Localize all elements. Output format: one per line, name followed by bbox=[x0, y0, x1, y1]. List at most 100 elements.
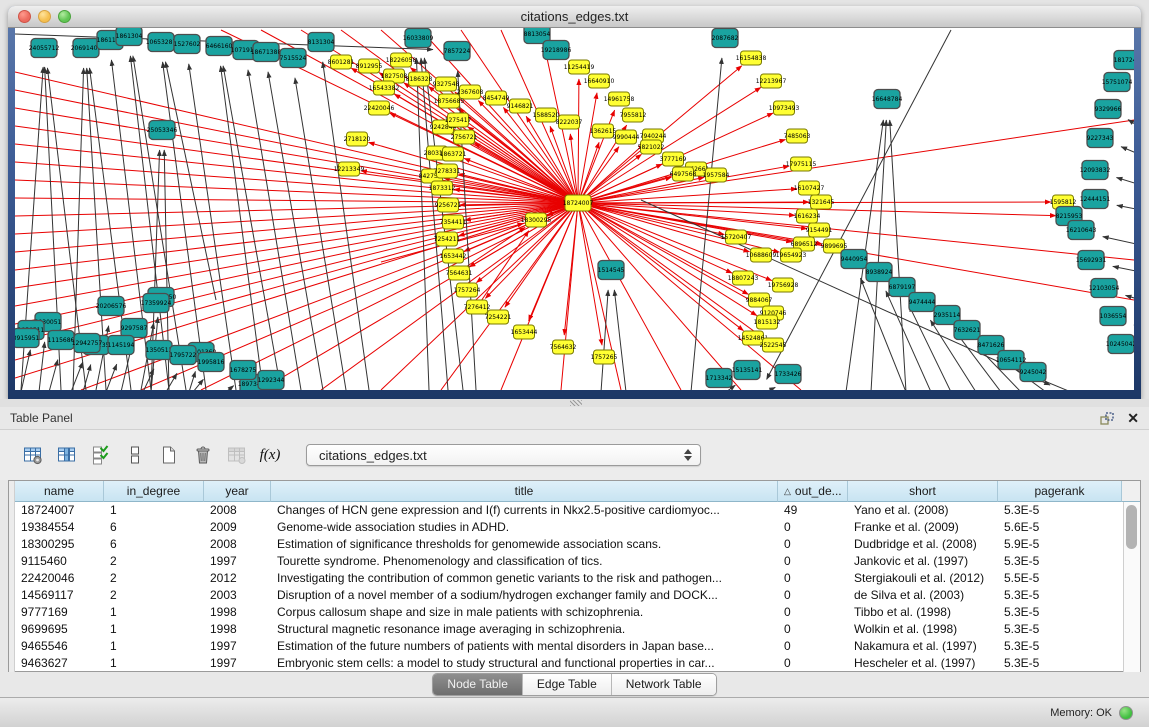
table-cell: Disruption of a novel member of a sodium… bbox=[271, 587, 778, 604]
table-row[interactable]: 946554611997Estimation of the future num… bbox=[15, 638, 1123, 655]
window-title: citations_edges.txt bbox=[8, 9, 1141, 24]
graph-node-label: 6466160 bbox=[206, 43, 233, 50]
table-row[interactable]: 1872400712008Changes of HCN gene express… bbox=[15, 502, 1123, 519]
graph-node-label: 18807243 bbox=[728, 275, 759, 282]
graph-node-label: 18756685 bbox=[434, 98, 465, 105]
table-row[interactable]: 2242004622012Investigating the contribut… bbox=[15, 570, 1123, 587]
table-cell: 1998 bbox=[204, 621, 271, 638]
graph-node-label: 18300295 bbox=[521, 217, 552, 224]
graph-node-label: 8601281 bbox=[328, 59, 355, 66]
graph-node-label: 15692931 bbox=[1076, 257, 1107, 264]
graph-node-label: 9327548 bbox=[433, 81, 460, 88]
table-settings-icon[interactable] bbox=[18, 442, 46, 468]
graph-node-label: 18724007 bbox=[563, 200, 594, 207]
table-cell: 2003 bbox=[204, 587, 271, 604]
network-view-canvas[interactable]: 1830029586012818912955182260581827508165… bbox=[15, 28, 1134, 390]
table-cell: Franke et al. (2009) bbox=[848, 519, 998, 536]
graph-node-label: 6896512 bbox=[791, 241, 818, 248]
table-row[interactable]: 911546021997Tourette syndrome. Phenomeno… bbox=[15, 553, 1123, 570]
vertical-scrollbar[interactable] bbox=[1123, 502, 1140, 672]
graph-node-label: 8471626 bbox=[978, 342, 1005, 349]
panel-divider bbox=[0, 399, 1149, 407]
table-cell: 5.9E-5 bbox=[998, 536, 1122, 553]
table-row[interactable]: 1938455462009Genome-wide association stu… bbox=[15, 519, 1123, 536]
table-cell: 2009 bbox=[204, 519, 271, 536]
float-window-icon[interactable] bbox=[1100, 412, 1115, 425]
column-header-label: in_degree bbox=[127, 484, 180, 498]
table-cell: 22420046 bbox=[15, 570, 104, 587]
table-cell: 19384554 bbox=[15, 519, 104, 536]
table-row[interactable]: 1456911722003Disruption of a novel membe… bbox=[15, 587, 1123, 604]
table-cell: 5.3E-5 bbox=[998, 502, 1122, 519]
graph-node-label: 16640910 bbox=[584, 78, 615, 85]
column-visibility-icon[interactable] bbox=[86, 442, 114, 468]
graph-node-label: 1827508 bbox=[381, 73, 408, 80]
graph-node-label: 1861304 bbox=[116, 33, 143, 40]
column-header-in-degree[interactable]: in_degree bbox=[104, 481, 204, 502]
close-panel-icon[interactable]: ✕ bbox=[1127, 410, 1139, 426]
graph-node-label: 15751074 bbox=[1102, 79, 1133, 86]
column-header-short[interactable]: short bbox=[848, 481, 998, 502]
tab-edge-table[interactable]: Edge Table bbox=[522, 674, 611, 695]
graph-node-label: 2756721 bbox=[451, 134, 478, 141]
graph-node-label: 1321645 bbox=[808, 199, 835, 206]
graph-node-label: 8131304 bbox=[308, 39, 335, 46]
table-cell: 5.3E-5 bbox=[998, 587, 1122, 604]
graph-node-label: 1678275 bbox=[230, 367, 257, 374]
table-selector-dropdown[interactable]: citations_edges.txt bbox=[306, 444, 701, 466]
graph-node-label: 1595812 bbox=[1050, 199, 1077, 206]
table-cell: Jankovic et al. (1997) bbox=[848, 553, 998, 570]
delete-table-icon[interactable] bbox=[188, 442, 216, 468]
column-header-title[interactable]: title bbox=[271, 481, 778, 502]
graph-node-label: 1588520 bbox=[533, 112, 560, 119]
table-row[interactable]: 1830029562008Estimation of significance … bbox=[15, 536, 1123, 553]
graph-node-label: 22420046 bbox=[364, 105, 395, 112]
new-table-icon[interactable] bbox=[154, 442, 182, 468]
function-builder-icon[interactable]: f(x) bbox=[256, 442, 284, 468]
table-cell: Estimation of the future numbers of pati… bbox=[271, 638, 778, 655]
graph-node-label: 9899695 bbox=[821, 243, 848, 250]
table-cell: 9699695 bbox=[15, 621, 104, 638]
column-header-year[interactable]: year bbox=[204, 481, 271, 502]
graph-node-label: 1815132 bbox=[754, 319, 781, 326]
tab-network-table[interactable]: Network Table bbox=[611, 674, 716, 695]
table-row[interactable]: 977716911998Corpus callosum shape and si… bbox=[15, 604, 1123, 621]
scrollbar-thumb[interactable] bbox=[1126, 505, 1137, 549]
table-column-icon[interactable] bbox=[52, 442, 80, 468]
row-height-icon[interactable] bbox=[120, 442, 148, 468]
table-cell: 18724007 bbox=[15, 502, 104, 519]
sort-ascending-icon: △ bbox=[784, 486, 791, 497]
tab-node-table[interactable]: Node Table bbox=[433, 674, 522, 695]
table-cell: Hescheler et al. (1997) bbox=[848, 655, 998, 672]
column-header-pagerank[interactable]: pagerank bbox=[998, 481, 1122, 502]
node-table: name in_degree yeartitle △ out_de... short pag… bbox=[8, 480, 1141, 672]
graph-node-label: 1275417 bbox=[445, 117, 472, 124]
table-toolbar: f(x) citations_edges.txt bbox=[0, 430, 1149, 480]
table-cell: 0 bbox=[778, 587, 848, 604]
table-cell: 2012 bbox=[204, 570, 271, 587]
table-panel: Table Panel ✕ f(x) citations_edges.txt n… bbox=[0, 407, 1149, 697]
table-cell: 0 bbox=[778, 553, 848, 570]
table-cell: 5.3E-5 bbox=[998, 638, 1122, 655]
graph-node-label: 10653287 bbox=[146, 39, 177, 46]
column-header-label: short bbox=[909, 484, 936, 498]
graph-node-label: 1527602 bbox=[174, 41, 201, 48]
graph-node-label: 14961758 bbox=[604, 96, 635, 103]
table-cell: Stergiakouli et al. (2012) bbox=[848, 570, 998, 587]
column-header-out-de-[interactable]: △ out_de... bbox=[778, 481, 848, 502]
graph-node-label: 1757264 bbox=[454, 287, 481, 294]
graph-node-label: 9245042 bbox=[1020, 369, 1047, 376]
table-panel-header: Table Panel ✕ bbox=[0, 407, 1149, 430]
graph-node-label: 9146821 bbox=[507, 103, 534, 110]
graph-node-label: 9440954 bbox=[841, 256, 868, 263]
network-window-titlebar[interactable]: citations_edges.txt bbox=[8, 6, 1141, 28]
graph-node-label: 8454749 bbox=[483, 95, 510, 102]
table-row[interactable]: 946362711997Embryonic stem cells: a mode… bbox=[15, 655, 1123, 672]
table-cell: Nakamura et al. (1997) bbox=[848, 638, 998, 655]
graph-node-label: 1995816 bbox=[198, 359, 225, 366]
column-header-label: out_de... bbox=[795, 484, 842, 498]
table-cell: 6 bbox=[104, 536, 204, 553]
divider-grip-handle[interactable] bbox=[570, 400, 582, 406]
table-row[interactable]: 969969511998Structural magnetic resonanc… bbox=[15, 621, 1123, 638]
column-header-name[interactable]: name bbox=[15, 481, 104, 502]
